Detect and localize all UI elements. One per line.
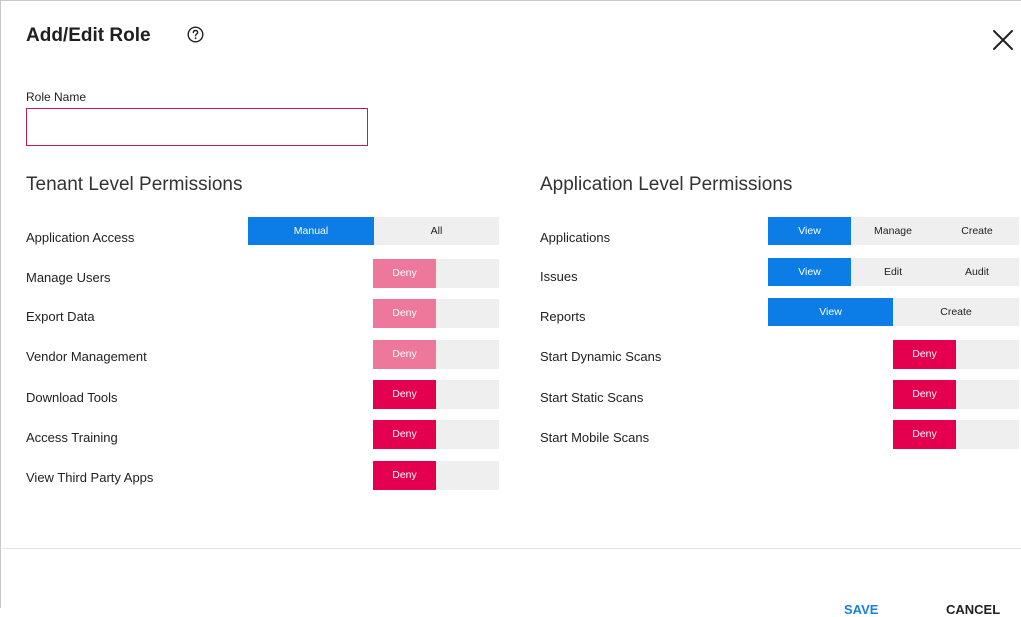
download-tools-deny-toggle[interactable]: Deny	[373, 380, 499, 409]
option-view[interactable]: View	[768, 298, 893, 326]
deny-label: Deny	[373, 380, 436, 409]
row-label-start-dynamic-scans: Start Dynamic Scans	[540, 349, 662, 364]
application-permissions-title: Application Level Permissions	[540, 174, 793, 195]
deny-label: Deny	[893, 420, 956, 449]
row-label-access-training: Access Training	[26, 430, 118, 445]
question-circle-icon[interactable]	[187, 26, 204, 43]
add-edit-role-dialog: Add/Edit Role Role Name Tenant Level Per…	[0, 0, 1021, 617]
tenant-permissions-title: Tenant Level Permissions	[26, 174, 243, 195]
option-all[interactable]: All	[374, 217, 499, 245]
row-label-export-data: Export Data	[26, 309, 95, 324]
start-dynamic-scans-deny-toggle[interactable]: Deny	[893, 340, 1019, 369]
row-label-view-third-party-apps: View Third Party Apps	[26, 470, 154, 485]
deny-label: Deny	[373, 461, 436, 490]
deny-label: Deny	[893, 340, 956, 369]
option-view[interactable]: View	[768, 258, 851, 286]
row-label-start-static-scans: Start Static Scans	[540, 390, 644, 405]
row-label-application-access: Application Access	[26, 230, 135, 245]
footer-divider	[2, 548, 1021, 549]
row-label-download-tools: Download Tools	[26, 390, 118, 405]
row-label-vendor-management: Vendor Management	[26, 349, 147, 364]
role-name-label: Role Name	[26, 90, 87, 104]
dialog-title: Add/Edit Role	[26, 25, 151, 46]
row-label-reports: Reports	[540, 309, 586, 324]
role-name-input[interactable]	[26, 108, 368, 146]
row-label-manage-users: Manage Users	[26, 270, 111, 285]
deny-label: Deny	[373, 259, 436, 288]
deny-label: Deny	[373, 299, 436, 328]
option-manage[interactable]: Manage	[851, 217, 935, 245]
issues-segmented: View Edit Audit	[768, 258, 1019, 286]
deny-label: Deny	[373, 420, 436, 449]
option-manual[interactable]: Manual	[248, 217, 374, 245]
view-third-party-apps-deny-toggle[interactable]: Deny	[373, 461, 499, 490]
save-button[interactable]: SAVE	[844, 602, 878, 617]
option-audit[interactable]: Audit	[935, 258, 1019, 286]
option-view[interactable]: View	[768, 217, 851, 245]
option-create[interactable]: Create	[893, 298, 1019, 326]
manage-users-deny-toggle[interactable]: Deny	[373, 259, 499, 288]
export-data-deny-toggle[interactable]: Deny	[373, 299, 499, 328]
vendor-management-deny-toggle[interactable]: Deny	[373, 340, 499, 369]
start-static-scans-deny-toggle[interactable]: Deny	[893, 380, 1019, 409]
option-create[interactable]: Create	[935, 217, 1019, 245]
start-mobile-scans-deny-toggle[interactable]: Deny	[893, 420, 1019, 449]
applications-segmented: View Manage Create	[768, 217, 1019, 245]
row-label-start-mobile-scans: Start Mobile Scans	[540, 430, 650, 445]
cancel-button[interactable]: CANCEL	[946, 602, 1000, 617]
reports-segmented: View Create	[768, 298, 1019, 326]
access-training-deny-toggle[interactable]: Deny	[373, 420, 499, 449]
option-edit[interactable]: Edit	[851, 258, 935, 286]
deny-label: Deny	[373, 340, 436, 369]
row-label-issues: Issues	[540, 269, 578, 284]
row-label-applications: Applications	[540, 230, 611, 245]
deny-label: Deny	[893, 380, 956, 409]
application-access-segmented: Manual All	[248, 217, 499, 245]
close-icon[interactable]	[991, 28, 1015, 52]
